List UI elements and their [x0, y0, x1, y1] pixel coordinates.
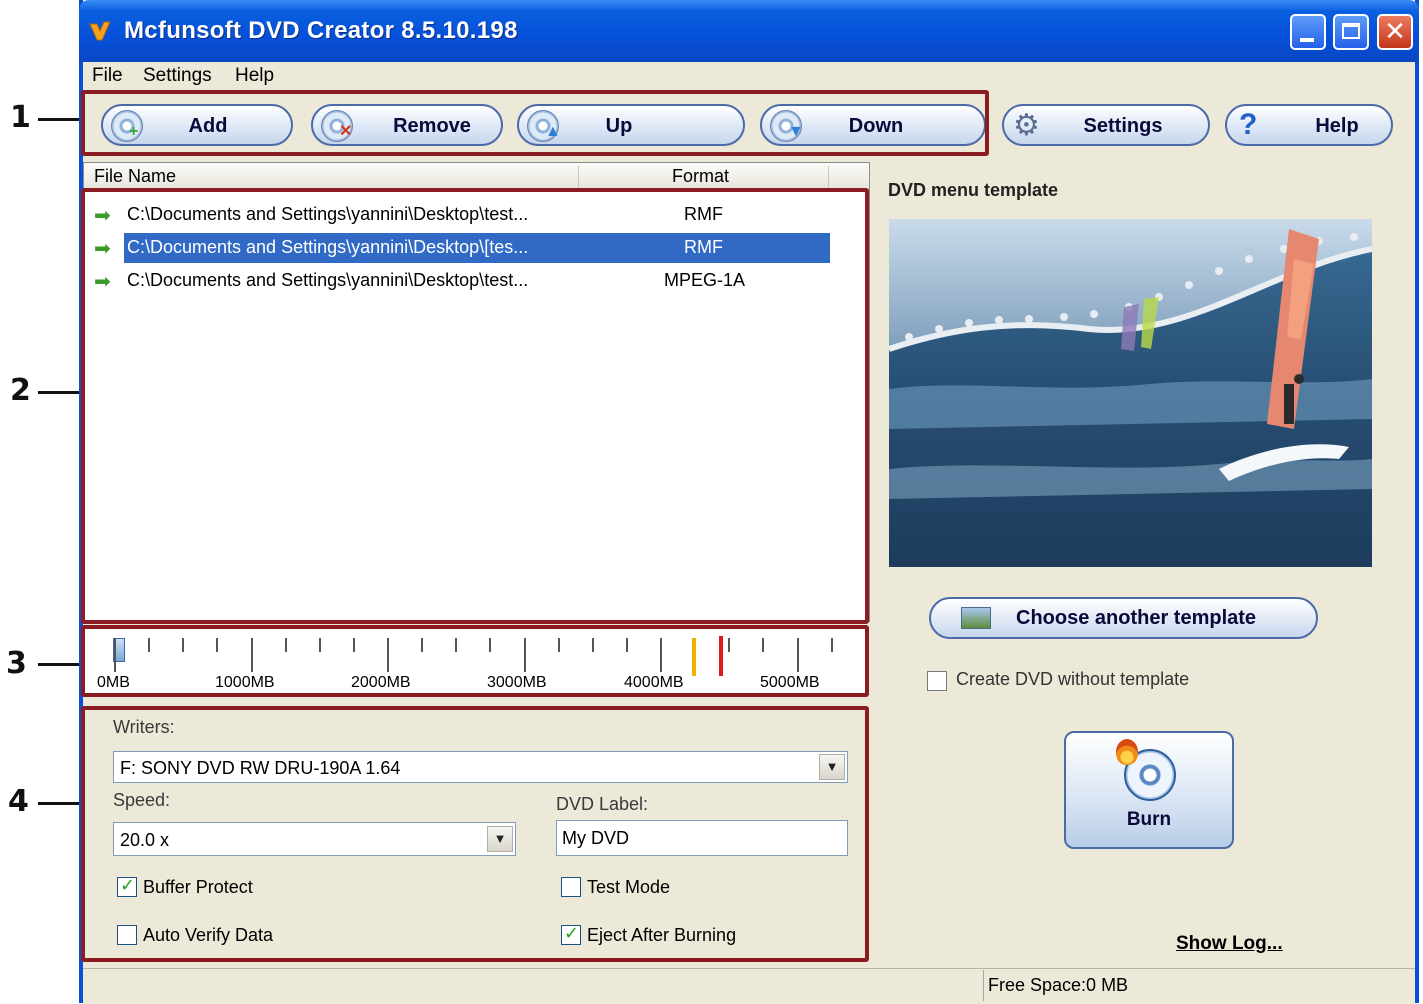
column-file-name[interactable]: File Name [94, 166, 176, 187]
file-list-header [84, 163, 869, 190]
callout-4-line [38, 802, 82, 805]
minimize-icon [1300, 38, 1314, 42]
maximize-button[interactable] [1333, 14, 1369, 50]
picture-icon [961, 607, 991, 629]
callout-box-3 [81, 625, 869, 697]
callout-1: 1 [10, 100, 31, 135]
without-template-label[interactable]: Create DVD without template [956, 669, 1189, 690]
menu-help[interactable]: Help [235, 62, 274, 90]
callout-box-2 [81, 188, 869, 624]
help-label: Help [1315, 115, 1359, 137]
menu-settings[interactable]: Settings [143, 62, 212, 90]
show-log-link[interactable]: Show Log... [1176, 933, 1283, 955]
window-title: Mcfunsoft DVD Creator 8.5.10.198 [124, 17, 518, 44]
close-button[interactable]: ✕ [1377, 14, 1413, 50]
maximize-icon [1342, 23, 1360, 39]
column-format[interactable]: Format [672, 166, 729, 187]
burn-button[interactable]: Burn [1064, 731, 1234, 849]
without-template-checkbox[interactable] [927, 671, 947, 691]
callout-box-1 [81, 90, 989, 156]
choose-template-label: Choose another template [1016, 607, 1257, 629]
choose-template-button[interactable]: Choose another template [929, 597, 1318, 639]
gear-icon: ⚙ [1013, 108, 1040, 143]
menu-file[interactable]: File [92, 62, 123, 90]
minimize-button[interactable] [1290, 14, 1326, 50]
callout-1-line [38, 118, 80, 121]
close-icon: ✕ [1384, 17, 1406, 47]
callout-3-line [38, 663, 82, 666]
burn-label: Burn [1126, 809, 1172, 830]
app-logo-icon [88, 20, 112, 42]
help-button[interactable]: ? Help [1225, 104, 1393, 146]
menu-bar [83, 62, 1415, 90]
callout-4: 4 [8, 784, 29, 819]
column-separator [828, 166, 829, 188]
settings-label: Settings [1083, 115, 1163, 137]
template-preview-image[interactable] [889, 219, 1372, 567]
question-icon: ? [1239, 108, 1258, 141]
column-separator [578, 166, 579, 188]
callout-box-4 [81, 706, 869, 962]
settings-button[interactable]: ⚙ Settings [1002, 104, 1210, 146]
template-title: DVD menu template [888, 180, 1059, 200]
callout-2: 2 [10, 373, 31, 408]
flame-icon [1116, 739, 1138, 765]
callout-3: 3 [6, 646, 27, 681]
callout-2-line [38, 391, 80, 394]
free-space-status: Free Space:0 MB [988, 975, 1129, 995]
